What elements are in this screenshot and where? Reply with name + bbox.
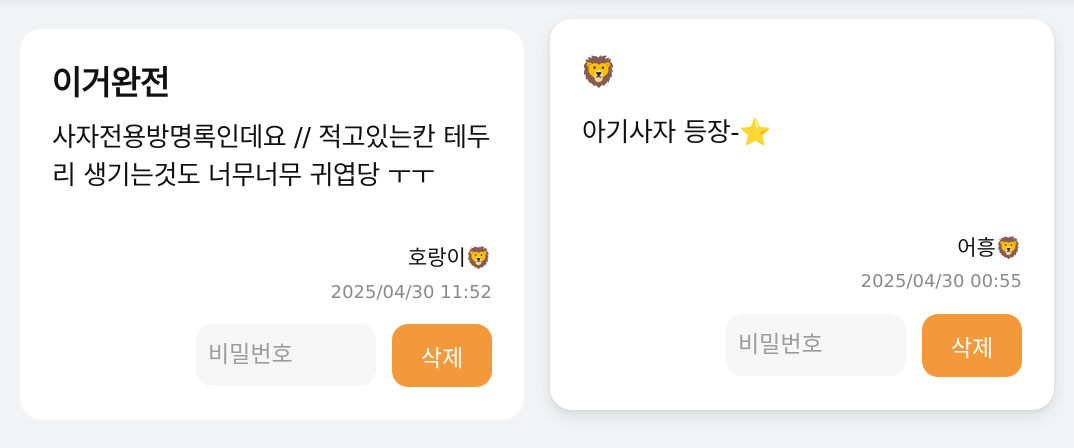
card-message: 사자전용방명록인데요 // 적고있는칸 테두리 생기는것도 너무너무 귀엽당 ㅜ… [52, 123, 490, 191]
delete-button[interactable]: 삭제 [392, 324, 492, 387]
card-timestamp: 2025/04/30 11:52 [330, 282, 492, 303]
guestbook-page: 이거완전 사자전용방명록인데요 // 적고있는칸 테두리 생기는것도 너무너무 … [0, 0, 1074, 448]
previous-card-shadow [0, 0, 1074, 10]
card-title: 🦁 [580, 55, 618, 90]
card-title: 이거완전 [52, 63, 170, 102]
card-timestamp: 2025/04/30 00:55 [860, 271, 1022, 292]
guestbook-card: 🦁 아기사자 등장-⭐ 어흥🦁 2025/04/30 00:55 삭제 [550, 19, 1054, 410]
card-message: 아기사자 등장-⭐ [582, 118, 772, 148]
password-input[interactable] [726, 314, 906, 376]
guestbook-card: 이거완전 사자전용방명록인데요 // 적고있는칸 테두리 생기는것도 너무너무 … [20, 29, 524, 420]
card-author: 어흥🦁 [957, 236, 1022, 260]
card-author: 호랑이🦁 [407, 246, 492, 270]
password-input[interactable] [196, 324, 376, 386]
delete-button[interactable]: 삭제 [922, 314, 1022, 377]
